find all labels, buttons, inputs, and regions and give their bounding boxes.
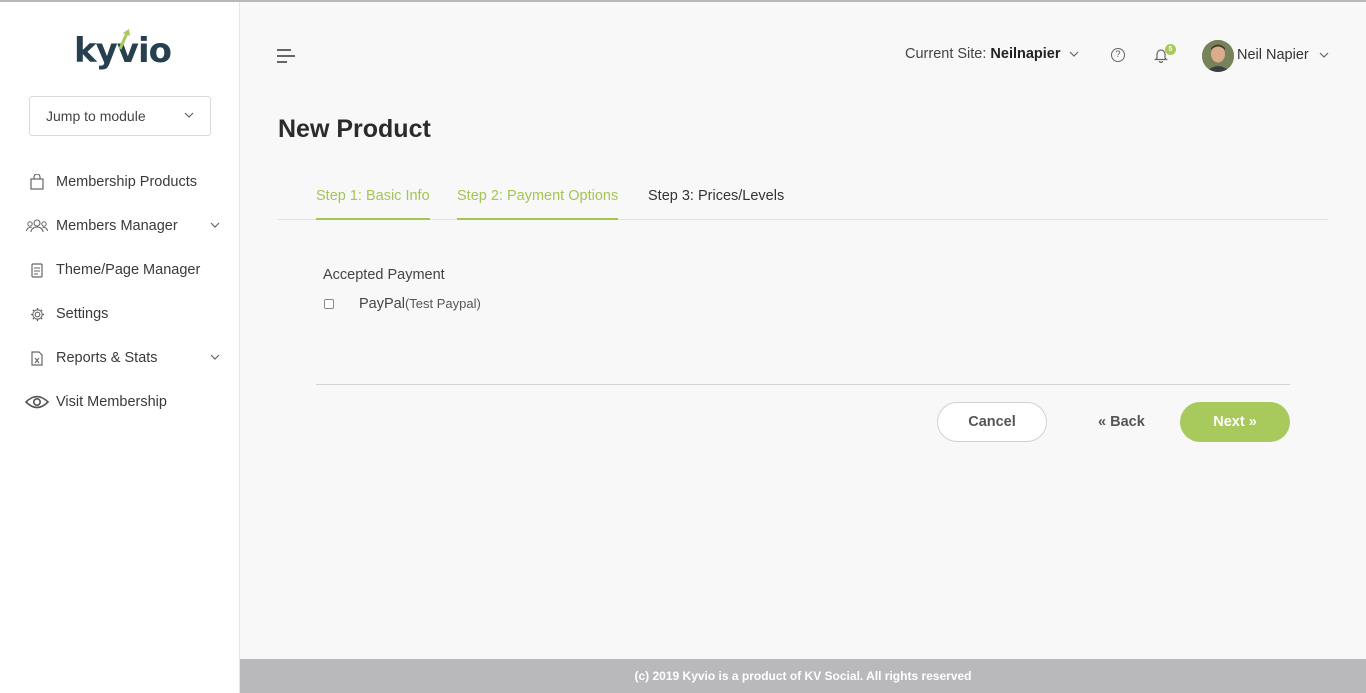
sidebar-item-reports-stats[interactable]: Reports & Stats (0, 336, 240, 380)
shopping-bag-icon (28, 173, 46, 191)
sidebar-item-settings[interactable]: Settings (0, 292, 240, 336)
sidebar-item-membership-products[interactable]: Membership Products (0, 160, 240, 204)
users-icon (25, 217, 49, 235)
kyvio-logo[interactable]: kyvio (74, 28, 172, 74)
paypal-name: PayPal (359, 296, 405, 312)
chevron-down-icon[interactable] (210, 352, 220, 362)
step-tabs: Step 1: Basic Info Step 2: Payment Optio… (278, 180, 1328, 220)
footer-copyright: (c) 2019 Kyvio is a product of KV Social… (634, 669, 972, 683)
notification-badge: 5 (1165, 44, 1176, 55)
spreadsheet-icon (28, 349, 46, 367)
page-title: New Product (278, 115, 431, 143)
sidebar-item-members-manager[interactable]: Members Manager (0, 204, 240, 248)
cancel-button[interactable]: Cancel (937, 402, 1047, 442)
eye-icon (25, 393, 49, 411)
tab-step-3-prices-levels[interactable]: Step 3: Prices/Levels (648, 188, 784, 220)
current-site-label: Current Site: (905, 46, 987, 62)
sidebar-item-visit-membership[interactable]: Visit Membership (0, 380, 240, 424)
accepted-payment-label: Accepted Payment (323, 267, 445, 283)
sidebar-item-label: Membership Products (56, 174, 198, 190)
gear-icon (28, 305, 46, 323)
question-circle-icon[interactable]: ? (1111, 48, 1125, 62)
jump-to-module-select[interactable]: Jump to module (29, 96, 211, 136)
sidebar-item-label: Reports & Stats (56, 350, 158, 366)
paypal-option-label[interactable]: PayPal(Test Paypal) (359, 296, 481, 312)
chevron-down-icon[interactable] (210, 220, 220, 230)
chevron-down-icon (1319, 52, 1329, 58)
sidebar: kyvio Jump to module Membership Products… (0, 2, 240, 693)
chevron-down-icon (184, 112, 194, 118)
paypal-detail: (Test Paypal) (404, 296, 481, 311)
back-button[interactable]: « Back (1098, 414, 1145, 430)
menu-toggle-icon[interactable] (277, 48, 295, 64)
sidebar-nav: Membership Products Members Manager Them… (0, 160, 240, 424)
footer: (c) 2019 Kyvio is a product of KV Social… (240, 659, 1366, 693)
form-divider (316, 384, 1290, 385)
sidebar-item-theme-page-manager[interactable]: Theme/Page Manager (0, 248, 240, 292)
avatar[interactable] (1202, 40, 1234, 72)
sidebar-item-label: Theme/Page Manager (56, 262, 201, 278)
tab-step-2-payment-options[interactable]: Step 2: Payment Options (457, 188, 619, 220)
paypal-checkbox[interactable] (324, 299, 334, 309)
tab-step-1-basic-info[interactable]: Step 1: Basic Info (316, 188, 430, 220)
user-name: Neil Napier (1237, 47, 1309, 63)
current-site-selector[interactable]: Current Site: Neilnapier (905, 46, 1079, 62)
jump-to-module-label: Jump to module (46, 108, 146, 124)
chevron-down-icon (1069, 51, 1078, 57)
document-icon (28, 261, 46, 279)
sidebar-item-label: Visit Membership (56, 394, 167, 410)
next-button[interactable]: Next » (1180, 402, 1290, 442)
sidebar-item-label: Members Manager (56, 218, 178, 234)
user-menu[interactable]: Neil Napier (1237, 47, 1329, 63)
sidebar-item-label: Settings (56, 306, 109, 322)
logo-arrow-icon (118, 29, 130, 50)
current-site-value: Neilnapier (990, 46, 1061, 62)
